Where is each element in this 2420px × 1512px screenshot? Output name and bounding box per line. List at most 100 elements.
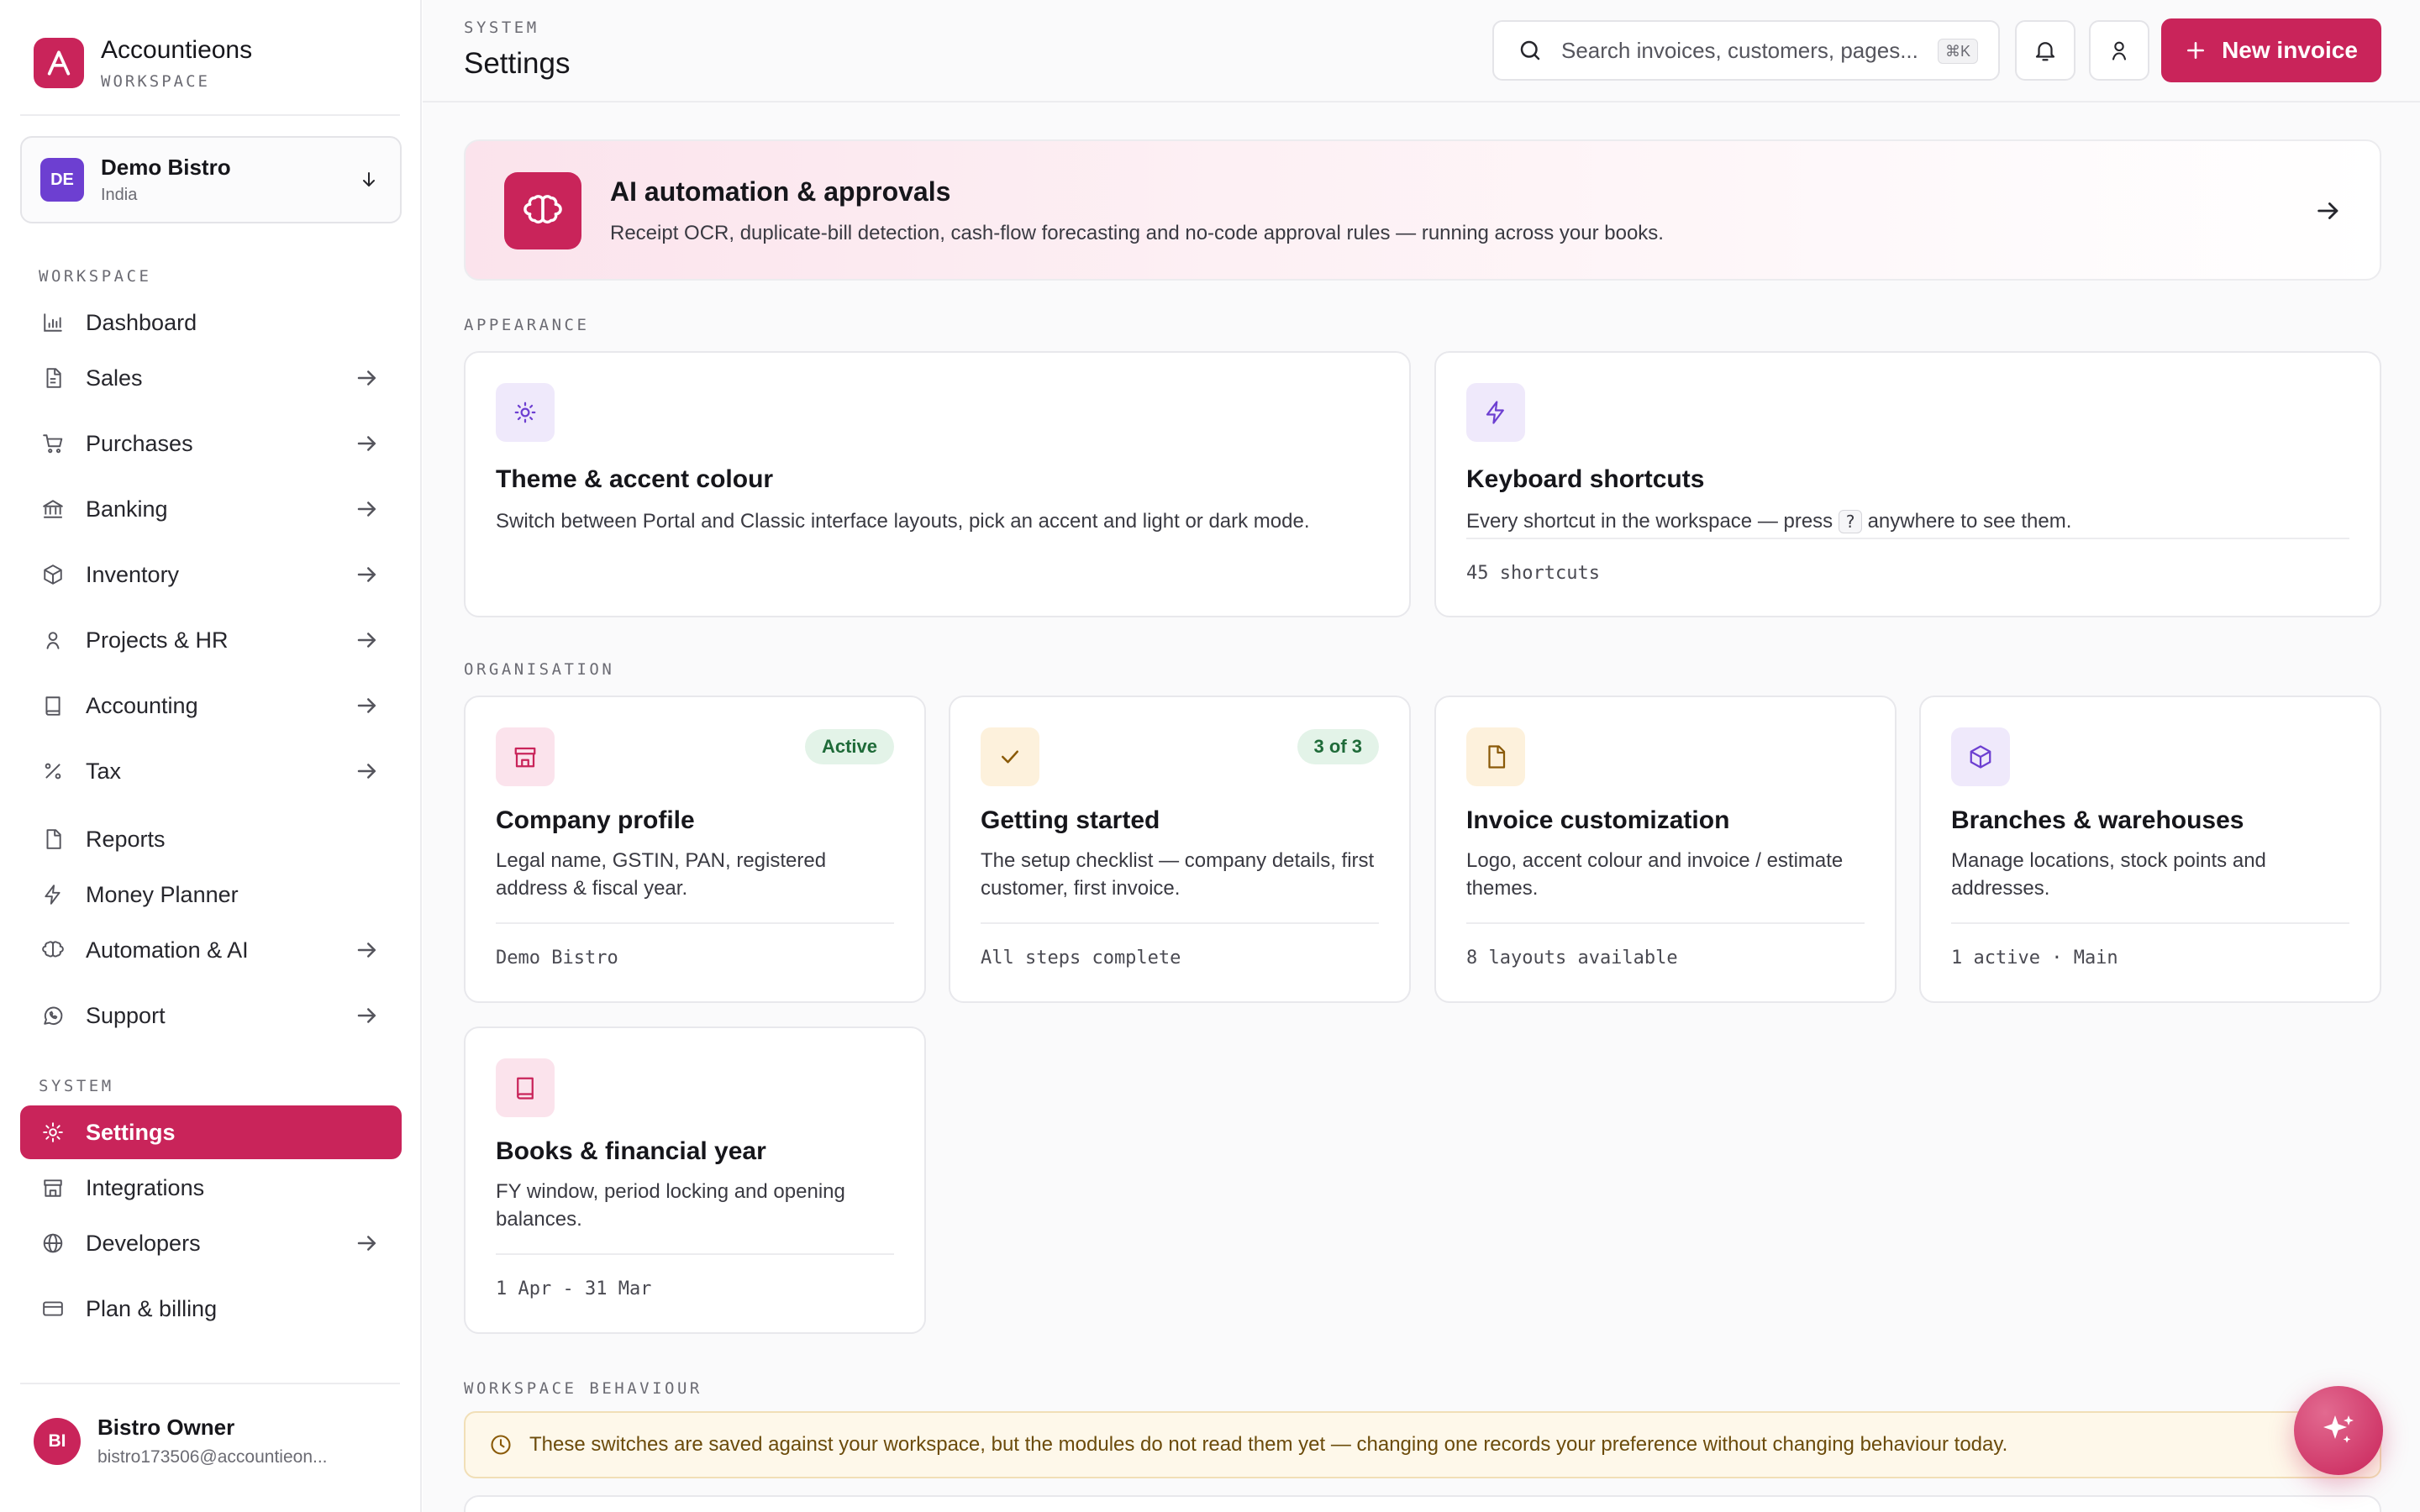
bell-icon [2035,42,2055,61]
book-icon [496,1058,555,1117]
card-divider [981,922,1379,924]
sidebar-item-automation-ai[interactable]: Automation & AI [20,923,402,977]
book-icon [40,693,66,718]
sidebar-item-label: Plan & billing [86,1295,218,1321]
card-divider [1466,922,1865,924]
sidebar-item-settings[interactable]: Settings [20,1105,402,1159]
brand-logo-icon [34,38,84,88]
user-name: Bistro Owner [97,1415,235,1440]
org-name: Demo Bistro [101,155,231,180]
sidebar-item-label: Automation & AI [86,937,249,963]
theme-accent-card[interactable]: Theme & accent colour Switch between Por… [464,351,1411,617]
question-key: ? [1838,510,1862,533]
file-icon [1466,727,1525,786]
branches-warehouses-card[interactable]: Branches & warehouses Manage locations, … [1919,696,2381,1003]
card-divider [1951,922,2349,924]
sidebar-item-label: Inventory [86,561,180,587]
card-divider [496,922,894,924]
sidebar-item-projects-hr[interactable]: Projects & HR [20,613,402,667]
search-input[interactable]: Search invoices, customers, pages... ⌘K [1492,20,2000,81]
brain-icon [40,937,66,963]
arrow-right-icon [2317,202,2338,219]
box-icon [40,562,66,587]
workspace-section-label: WORKSPACE [39,267,152,286]
card-icon [40,1296,66,1321]
sidebar-divider [20,1383,400,1384]
sidebar-item-integrations[interactable]: Integrations [20,1161,402,1215]
sidebar: Accountieons WORKSPACE DE Demo Bistro In… [0,0,422,1512]
ai-automation-banner[interactable]: AI automation & approvals Receipt OCR, d… [464,139,2381,281]
progress-badge: 3 of 3 [1297,729,1379,764]
sidebar-item-label: Developers [86,1230,201,1256]
gear-icon [40,1120,66,1145]
sidebar-item-purchases[interactable]: Purchases [20,417,402,470]
keyboard-shortcuts-card[interactable]: Keyboard shortcuts Every shortcut in the… [1434,351,2381,617]
lightning-icon [40,882,66,907]
top-bar: SYSTEM Settings Search invoices, custome… [423,0,2420,102]
card-divider [1466,538,2349,539]
arrow-right-icon [357,370,376,386]
sidebar-item-label: Projects & HR [86,627,229,653]
profile-button[interactable] [2089,20,2149,81]
sidebar-item-inventory[interactable]: Inventory [20,548,402,601]
sidebar-item-banking[interactable]: Banking [20,482,402,536]
search-placeholder: Search invoices, customers, pages... [1561,37,1918,63]
user-menu[interactable]: BI Bistro Owner bistro173506@accountieon… [34,1415,328,1467]
sparkle-icon [2323,1415,2354,1443]
card-meta: Demo Bistro [496,948,618,969]
organisation-section-label: ORGANISATION [464,660,615,679]
appearance-section-label: APPEARANCE [464,316,590,334]
new-invoice-button[interactable]: New invoice [2161,18,2381,82]
arrow-right-icon [357,764,376,779]
arrow-right-icon [357,942,376,958]
brand[interactable]: Accountieons WORKSPACE [34,35,252,91]
org-country: India [101,186,138,204]
sidebar-item-developers[interactable]: Developers [20,1216,402,1270]
card-description: Switch between Portal and Classic interf… [496,510,1310,533]
card-description: Legal name, GSTIN, PAN, registered addre… [496,849,827,900]
plus-icon [2187,42,2205,59]
card-title: Books & financial year [496,1137,766,1165]
sidebar-item-plan-billing[interactable]: Plan & billing [20,1282,402,1336]
sidebar-item-support[interactable]: Support [20,989,402,1042]
card-title: Getting started [981,806,1160,834]
sidebar-item-label: Reports [86,826,166,852]
sidebar-item-tax[interactable]: Tax [20,744,402,798]
card-title: Company profile [496,806,695,834]
company-profile-card[interactable]: Active Company profile Legal name, GSTIN… [464,696,926,1003]
sidebar-item-label: Sales [86,365,143,391]
arrow-right-icon [357,633,376,648]
sidebar-item-sales[interactable]: Sales [20,351,402,405]
books-financial-year-card[interactable]: Books & financial year FY window, period… [464,1026,926,1334]
org-avatar: DE [40,158,84,202]
organization-switcher[interactable]: DE Demo Bistro India [20,136,402,223]
brand-subtitle: WORKSPACE [101,72,210,91]
sidebar-item-label: Accounting [86,692,198,718]
sidebar-item-reports[interactable]: Reports [20,812,402,866]
arrow-down-icon [356,167,381,192]
behaviour-section-label: WORKSPACE BEHAVIOUR [464,1379,702,1398]
banner-description: Receipt OCR, duplicate-bill detection, c… [610,222,1664,244]
arrow-right-icon [357,1236,376,1251]
globe-icon [40,1231,66,1256]
card-description: Every shortcut in the workspace — press … [1466,507,2349,535]
page-title: Settings [464,47,571,80]
sidebar-item-money-planner[interactable]: Money Planner [20,868,402,921]
invoice-customization-card[interactable]: Invoice customization Logo, accent colou… [1434,696,1897,1003]
banner-title: AI automation & approvals [610,176,951,207]
sidebar-item-label: Dashboard [86,309,197,335]
notifications-button[interactable] [2015,20,2075,81]
arrow-right-icon [357,698,376,713]
warning-text: These switches are saved against your wo… [529,1433,2008,1456]
search-shortcut-hint: ⌘K [1937,39,1978,64]
sidebar-item-accounting[interactable]: Accounting [20,679,402,732]
getting-started-card[interactable]: 3 of 3 Getting started The setup checkli… [949,696,1411,1003]
clock-icon [491,1435,511,1455]
arrow-right-icon [357,1008,376,1023]
card-divider [496,1253,894,1255]
sidebar-item-dashboard[interactable]: Dashboard [20,296,402,349]
avatar: BI [34,1417,81,1465]
card-description: The setup checklist — company details, f… [981,849,1375,900]
ai-assistant-button[interactable] [2294,1386,2383,1475]
cart-icon [40,431,66,456]
